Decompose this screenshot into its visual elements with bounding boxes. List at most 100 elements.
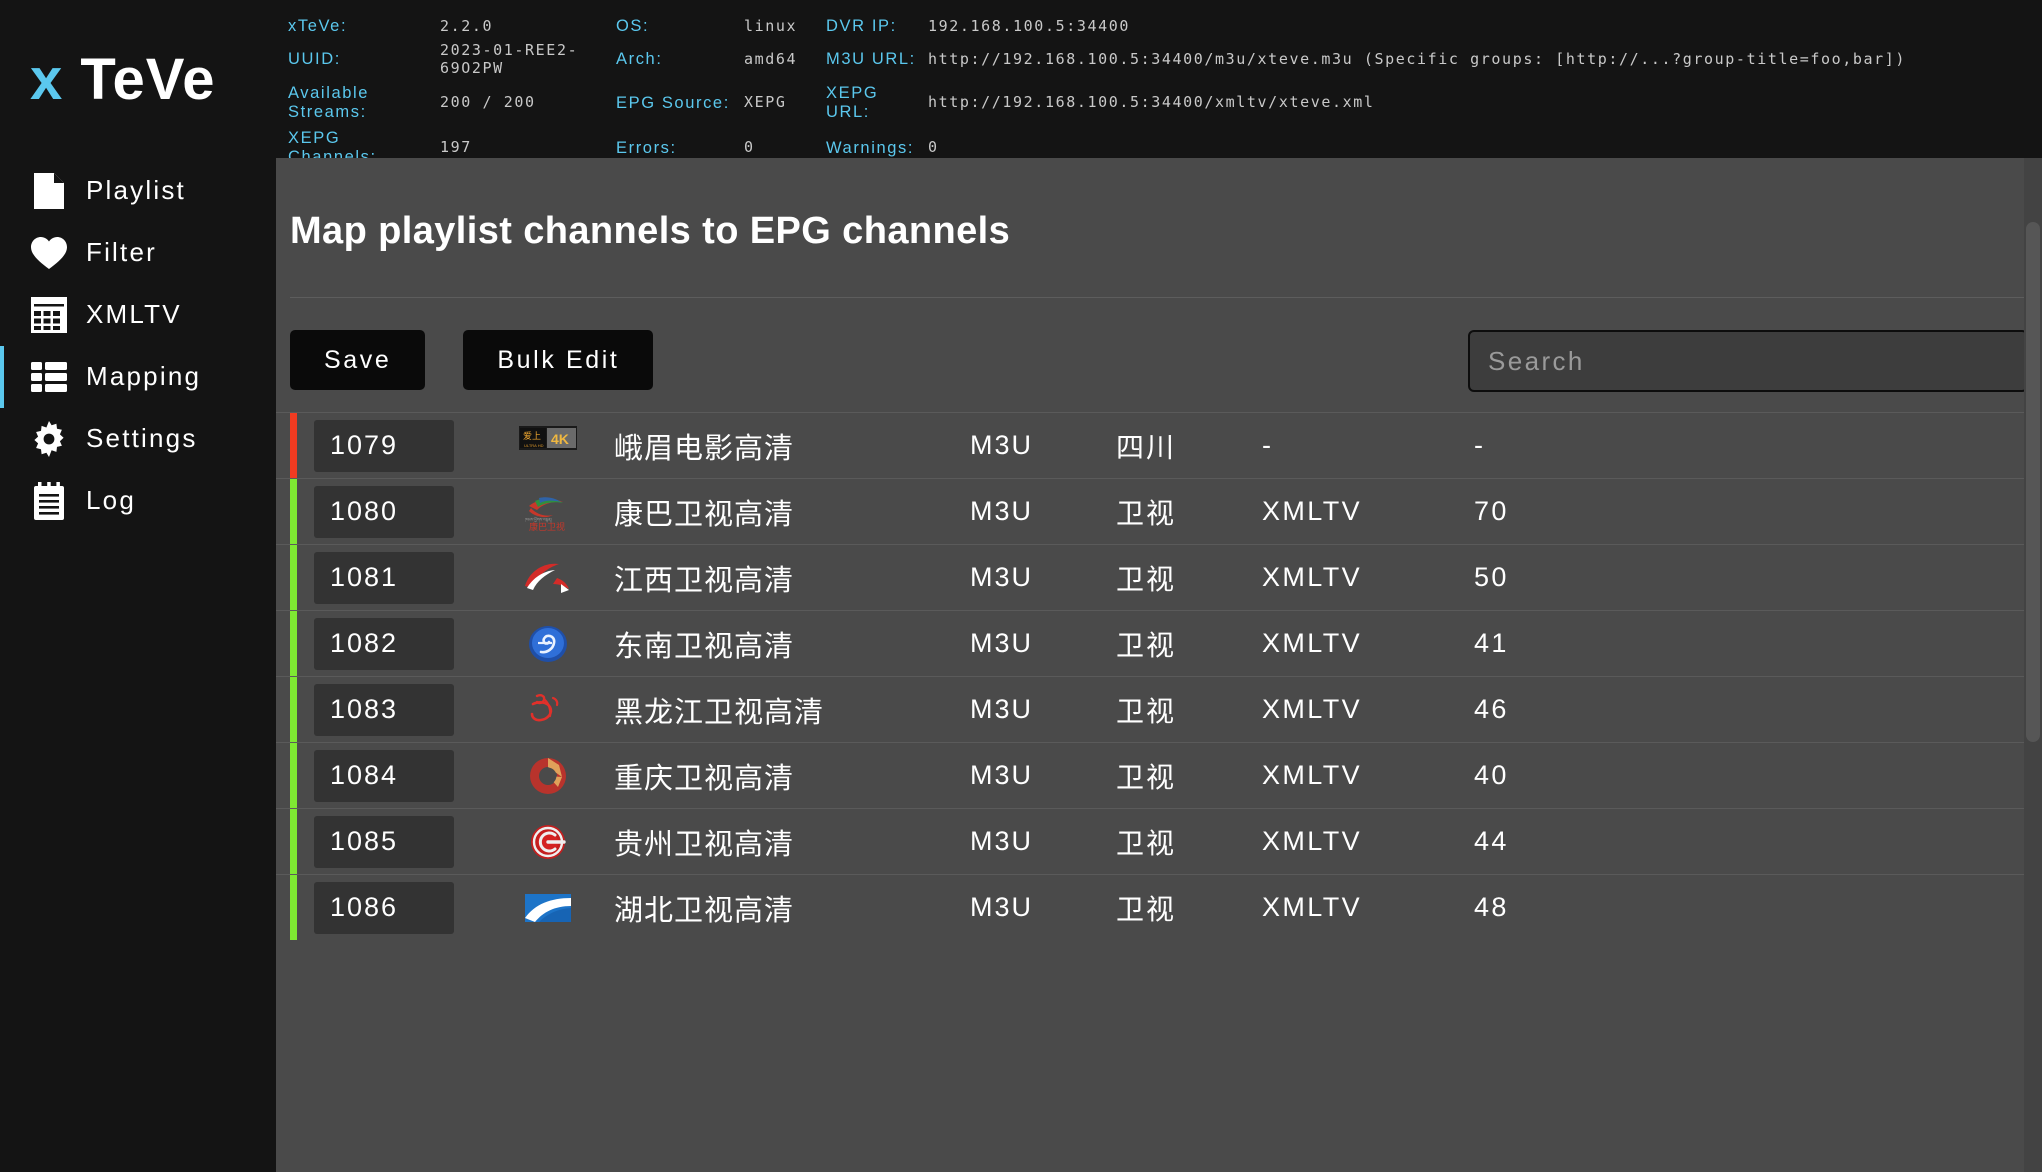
value-os: linux <box>744 16 798 35</box>
heart-icon <box>30 234 68 272</box>
table-row[interactable]: ཁམས་ཕྱོགས་བརྙན།康巴卫视康巴卫视高清 M3U 卫视 XMLTV70 <box>276 478 2042 544</box>
channel-group: 卫视 <box>1116 497 1177 529</box>
status-indicator <box>290 677 297 742</box>
status-indicator <box>290 413 297 478</box>
epg-source[interactable]: - <box>1262 430 1474 461</box>
vertical-scrollbar[interactable] <box>2024 158 2042 1172</box>
sidebar-item-filter[interactable]: Filter <box>0 222 276 284</box>
dongnan-tv-logo <box>500 624 596 664</box>
sidebar-item-log[interactable]: Log <box>0 470 276 532</box>
epg-source[interactable]: XMLTV <box>1262 628 1474 659</box>
status-indicator <box>290 743 297 808</box>
channel-group: 卫视 <box>1116 695 1177 727</box>
channel-number-input[interactable] <box>314 815 454 868</box>
sidebar-item-xmltv[interactable]: XMLTV <box>0 284 276 346</box>
channel-name: 峨眉电影高清 <box>614 432 795 465</box>
value-m3u-url: http://192.168.100.5:34400/m3u/xteve.m3u… <box>928 50 1907 69</box>
status-indicator <box>290 875 297 940</box>
kangba-tv-logo: ཁམས་ཕྱོགས་བརྙན། 康巴卫视 <box>500 492 596 532</box>
topbar-right-edge <box>2024 0 2042 158</box>
label-available-streams: Available Streams: <box>288 83 370 122</box>
table-row[interactable]: 重庆卫视高清 M3U 卫视 XMLTV40 <box>276 742 2042 808</box>
epg-source[interactable]: XMLTV <box>1262 826 1474 857</box>
epg-channel-number[interactable]: 50 <box>1474 562 2042 593</box>
channel-number-input[interactable] <box>314 551 454 604</box>
table-row[interactable]: 江西卫视高清 M3U 卫视 XMLTV50 <box>276 544 2042 610</box>
sidebar-item-mapping[interactable]: Mapping <box>0 345 276 408</box>
channel-number-input[interactable] <box>314 419 454 472</box>
svg-text:爱上: 爱上 <box>523 431 541 441</box>
status-indicator <box>290 611 297 676</box>
channel-source: M3U <box>970 628 1034 658</box>
epg-channel-number[interactable]: 40 <box>1474 760 2042 791</box>
channel-name: 湖北卫视高清 <box>614 894 795 927</box>
channel-number-input[interactable] <box>314 485 454 538</box>
epg-source[interactable]: XMLTV <box>1262 760 1474 791</box>
epg-source[interactable]: XMLTV <box>1262 694 1474 725</box>
channel-source: M3U <box>970 694 1034 724</box>
label-xepg-url: XEPG URL: <box>826 83 879 122</box>
logo-teve: TeVe <box>80 47 216 112</box>
bulk-edit-button[interactable]: Bulk Edit <box>463 330 654 390</box>
status-indicator <box>290 545 297 610</box>
value-available-streams: 200 / 200 <box>440 93 536 112</box>
epg-channel-number[interactable]: 46 <box>1474 694 2042 725</box>
value-xepg-url: http://192.168.100.5:34400/xmltv/xteve.x… <box>928 93 1375 112</box>
main-panel: Map playlist channels to EPG channels Sa… <box>276 158 2042 1172</box>
value-errors: 0 <box>744 138 755 157</box>
table-row[interactable]: 东南卫视高清 M3U 卫视 XMLTV41 <box>276 610 2042 676</box>
sidebar-item-playlist[interactable]: Playlist <box>0 160 276 222</box>
channel-number-input[interactable] <box>314 881 454 934</box>
epg-channel-number[interactable]: - <box>1474 430 2042 461</box>
epg-channel-number[interactable]: 48 <box>1474 892 2042 923</box>
sidebar-item-label: Playlist <box>86 175 186 206</box>
label-arch: Arch: <box>616 50 663 69</box>
epg-source[interactable]: XMLTV <box>1262 892 1474 923</box>
search-input[interactable] <box>1468 330 2028 392</box>
label-epg-source: EPG Source: <box>616 93 730 112</box>
channel-source: M3U <box>970 826 1034 856</box>
channel-number-input[interactable] <box>314 617 454 670</box>
epg-channel-number[interactable]: 70 <box>1474 496 2042 527</box>
channel-number-input[interactable] <box>314 683 454 736</box>
value-epg-source: XEPG <box>744 93 787 112</box>
channel-group: 卫视 <box>1116 893 1177 925</box>
list-icon <box>30 358 68 396</box>
channel-number-cell <box>314 749 468 802</box>
label-os: OS: <box>616 17 650 35</box>
svg-text:ULTRA HD: ULTRA HD <box>524 443 544 448</box>
label-m3u-url: M3U URL: <box>826 50 916 69</box>
sidebar-item-label: Mapping <box>86 361 202 392</box>
value-xteve: 2.2.0 <box>440 16 494 35</box>
channel-number-cell <box>314 815 468 868</box>
channel-group: 四川 <box>1116 431 1177 463</box>
value-arch: amd64 <box>744 50 798 69</box>
epg-channel-number[interactable]: 44 <box>1474 826 2042 857</box>
sidebar-item-label: Filter <box>86 237 157 268</box>
epg-source[interactable]: XMLTV <box>1262 496 1474 527</box>
table-row[interactable]: 爱上 ULTRA HD 4K 峨眉电影高清 M3U 四川 -- <box>276 412 2042 478</box>
channel-source: M3U <box>970 430 1034 460</box>
heilongjiang-tv-logo <box>500 690 596 730</box>
status-indicator <box>290 479 297 544</box>
gear-icon <box>30 420 68 458</box>
channel-number-input[interactable] <box>314 749 454 802</box>
channel-source: M3U <box>970 760 1034 790</box>
table-row[interactable]: 湖北卫视高清 M3U 卫视 XMLTV48 <box>276 874 2042 940</box>
channel-number-cell <box>314 617 468 670</box>
table-row[interactable]: 黑龙江卫视高清 M3U 卫视 XMLTV46 <box>276 676 2042 742</box>
status-infobar: xTeVe: 2.2.0 OS: linux DVR IP: 192.168.1… <box>276 0 2042 166</box>
epg-channel-number[interactable]: 41 <box>1474 628 2042 659</box>
sidebar-item-settings[interactable]: Settings <box>0 408 276 470</box>
scrollbar-thumb[interactable] <box>2026 222 2040 742</box>
label-xteve: xTeVe: <box>288 17 348 35</box>
sidebar: x TeVe Playlist Filter XMLTV Mapping Setting… <box>0 0 276 1172</box>
table-row[interactable]: 贵州卫视高清 M3U 卫视 XMLTV44 <box>276 808 2042 874</box>
channel-name: 东南卫视高清 <box>614 630 795 663</box>
channel-source: M3U <box>970 892 1034 922</box>
channel-number-cell <box>314 683 468 736</box>
epg-source[interactable]: XMLTV <box>1262 562 1474 593</box>
save-button[interactable]: Save <box>290 330 426 390</box>
page-title: Map playlist channels to EPG channels <box>290 210 1011 252</box>
mapping-table: 爱上 ULTRA HD 4K 峨眉电影高清 M3U 四川 -- ཁམས་ཕྱོགས་བརྙན།… <box>276 412 2042 1072</box>
